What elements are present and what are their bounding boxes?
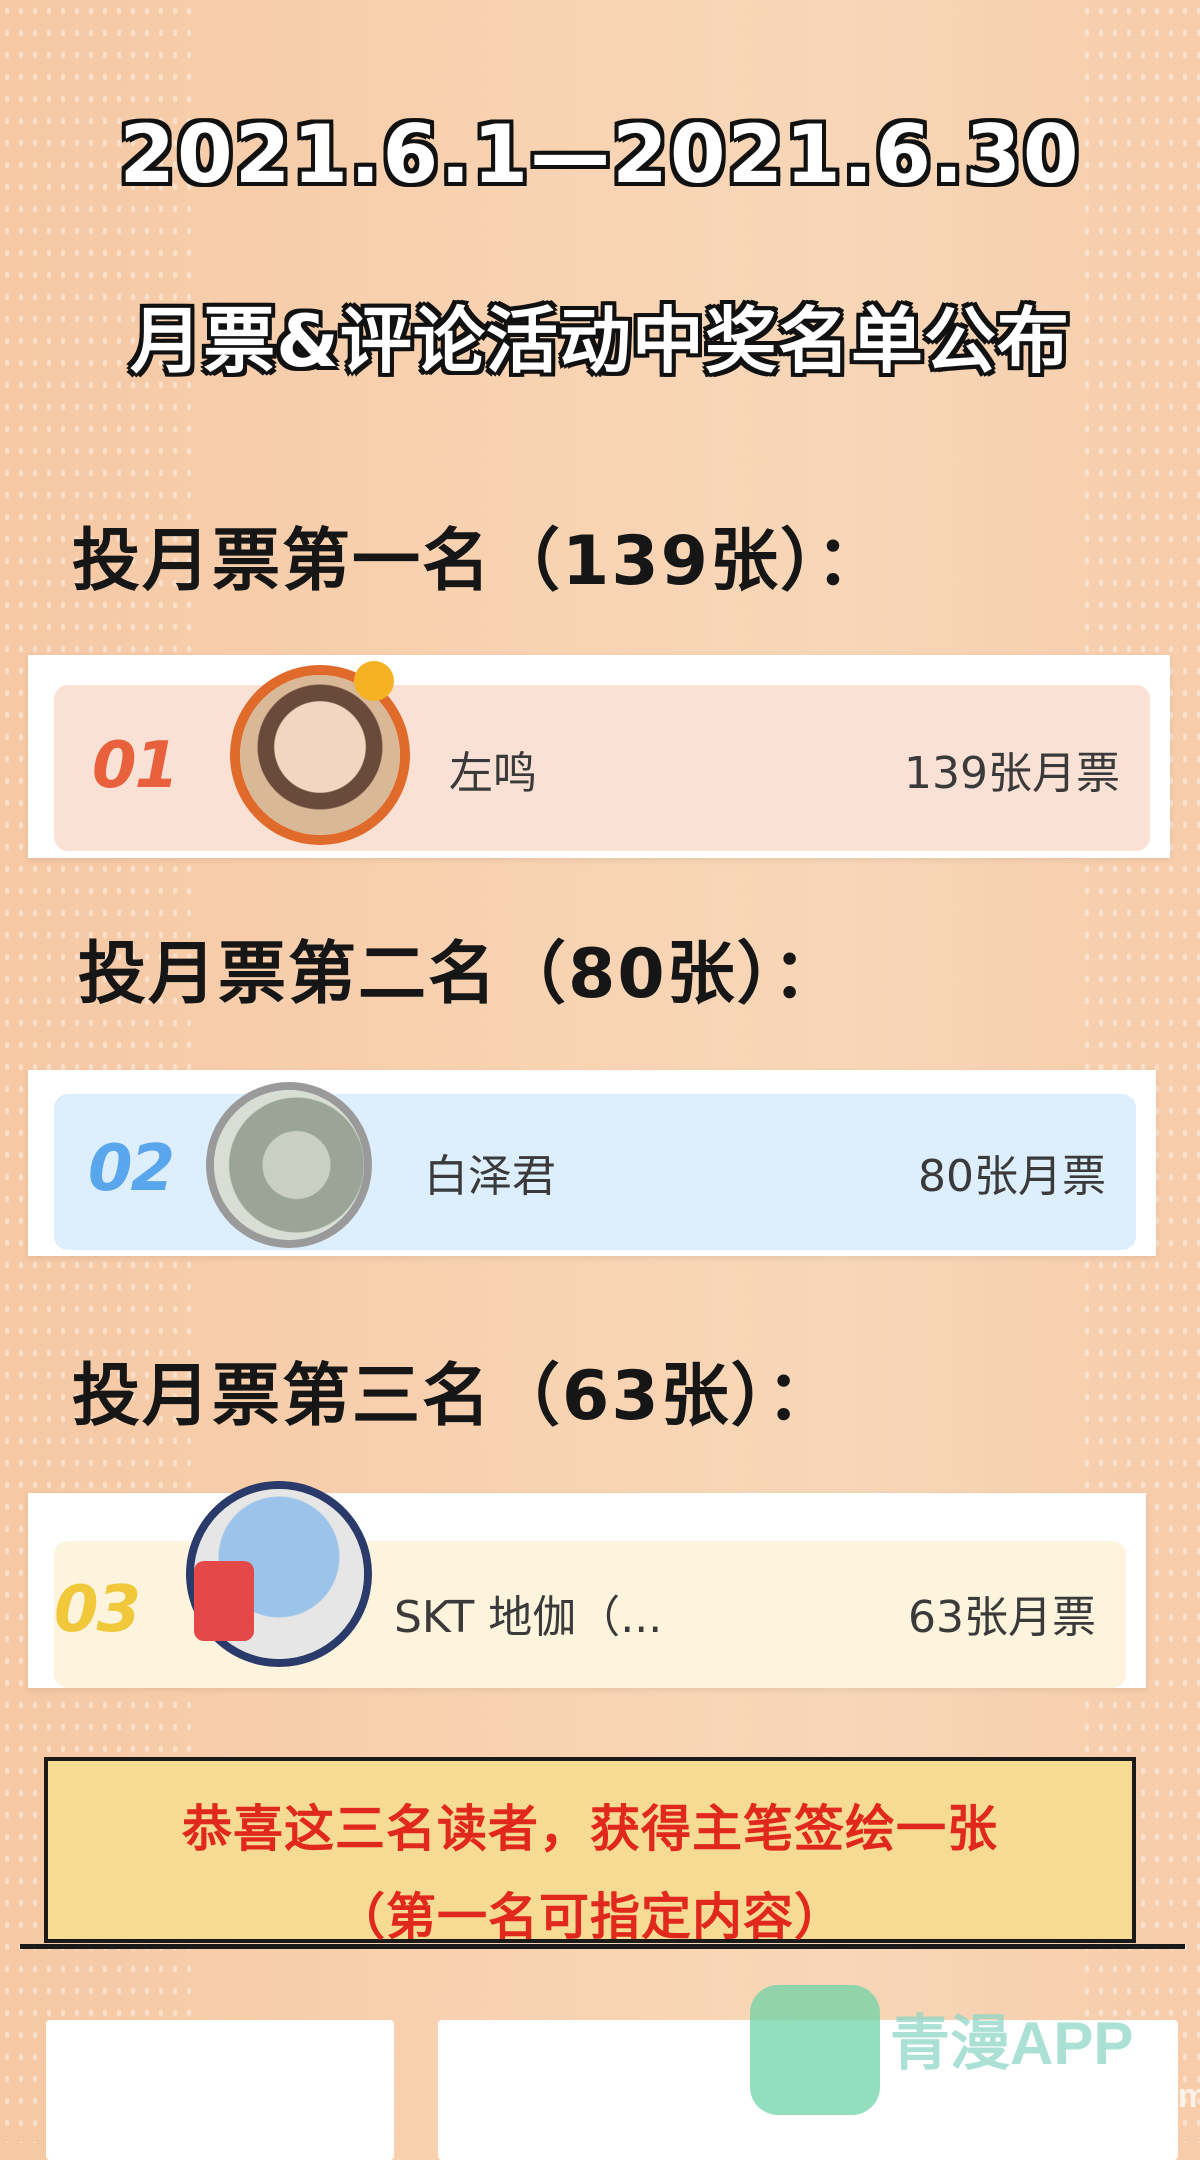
- rank-2-votes: 80张月票: [918, 1151, 1106, 1202]
- rank-3-number: 03: [54, 1573, 141, 1647]
- rank-1-card: 01 左鸣 139张月票: [28, 655, 1170, 858]
- date-range-title: 2021.6.1—2021.6.30: [119, 108, 1081, 201]
- cat-logo-icon: [750, 1985, 880, 2115]
- rank-1-username: 左鸣: [449, 748, 537, 799]
- rank-1-votes: 139张月票: [904, 748, 1120, 799]
- prize-notice-line-1: 恭喜这三名读者，获得主笔签绘一张: [182, 1800, 998, 1858]
- rank-3-row: 03 SKT 地伽（... 63张月票: [54, 1489, 1126, 1688]
- watermark-brand: 青漫APP: [890, 2010, 1134, 2077]
- rank-3-heading: 投月票第三名（63张）：: [72, 1357, 837, 1436]
- rank-2-avatar: [214, 1090, 364, 1240]
- rank-3-username: SKT 地伽（...: [394, 1592, 663, 1643]
- app-watermark: 青漫APP www.qmanhua.com: [750, 1985, 1200, 2135]
- luck-charm-icon: [194, 1561, 254, 1641]
- rank-2-card: 02 白泽君 80张月票: [28, 1070, 1156, 1256]
- rank-2-row: 02 白泽君 80张月票: [54, 1090, 1136, 1250]
- rank-2-number: 02: [88, 1132, 175, 1206]
- rank-1-number: 01: [92, 729, 179, 803]
- rank-3-votes: 63张月票: [908, 1592, 1096, 1643]
- rank-2-username: 白泽君: [424, 1151, 556, 1202]
- prize-notice-line-2: （第一名可指定内容）: [335, 1888, 845, 1946]
- rank-2-heading: 投月票第二名（80张）：: [78, 935, 843, 1014]
- rank-3-card: 03 SKT 地伽（... 63张月票: [28, 1489, 1146, 1688]
- watermark-url: www.qmanhua.com: [890, 2077, 1200, 2115]
- rank-1-heading: 投月票第一名（139张）：: [72, 522, 886, 601]
- fan-art-card-left: [46, 2020, 394, 2160]
- event-title: 月票&评论活动中奖名单公布: [130, 299, 1070, 383]
- prize-notice-box: 恭喜这三名读者，获得主笔签绘一张 （第一名可指定内容）: [44, 1757, 1136, 1946]
- orange-decoration-icon: [354, 661, 394, 701]
- rank-1-row: 01 左鸣 139张月票: [54, 661, 1150, 851]
- notice-underline: [20, 1944, 1185, 1949]
